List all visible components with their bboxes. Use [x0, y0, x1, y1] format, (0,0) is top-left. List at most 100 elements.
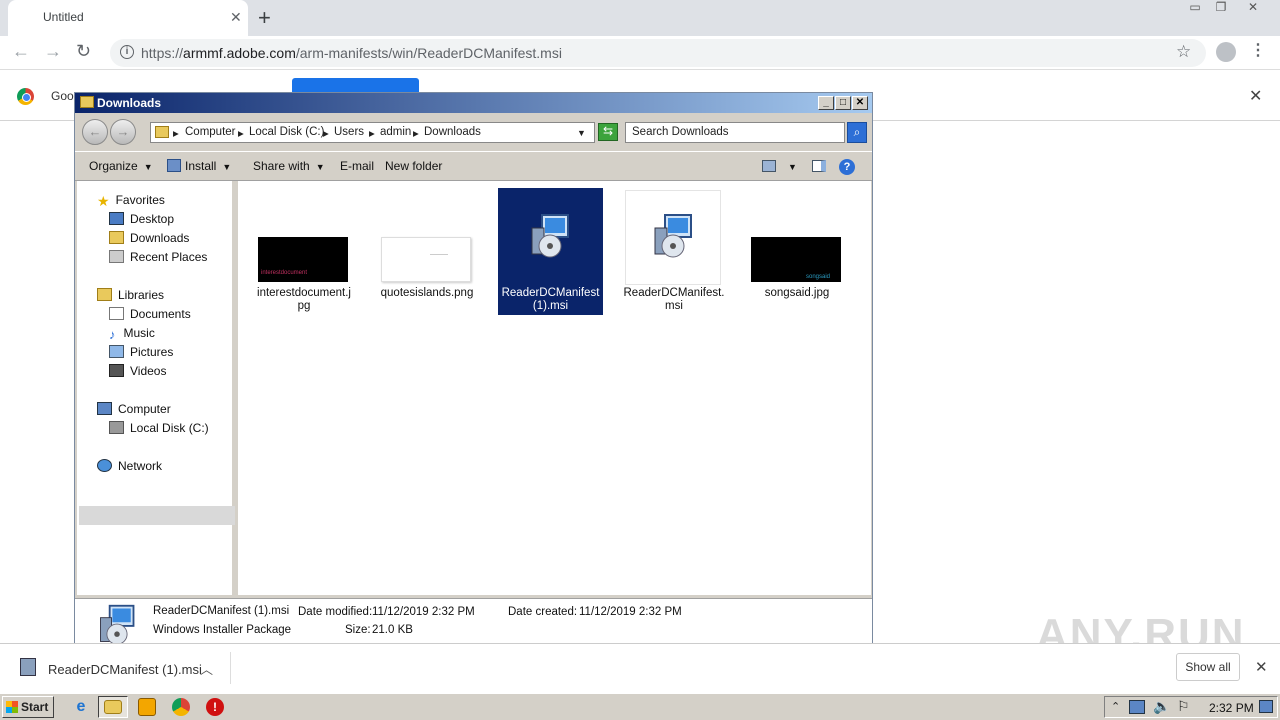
minimize-icon[interactable]: ▭ [1182, 0, 1208, 18]
breadcrumb-admin[interactable]: admin [380, 126, 411, 138]
install-button[interactable]: Install ▼ [167, 159, 231, 173]
email-button[interactable]: E-mail [340, 159, 374, 173]
breadcrumb-local-disk[interactable]: Local Disk (C:) [249, 126, 324, 138]
new-tab-button[interactable]: + [258, 5, 271, 31]
back-icon[interactable]: ← [12, 41, 30, 62]
file-name: interestdocument.j pg [257, 287, 351, 312]
file-item[interactable]: songsaid songsaid.jpg [745, 235, 849, 315]
explorer-titlebar[interactable]: Downloads _ □ ✕ [75, 93, 872, 113]
msi-installer-icon [649, 212, 697, 260]
details-size-label: Size: [345, 624, 371, 636]
breadcrumb-computer[interactable]: Computer [185, 126, 236, 138]
file-thumbnail: interestdocument [258, 237, 348, 282]
view-dropdown-icon[interactable]: ▼ [788, 162, 797, 172]
details-size-value: 21.0 KB [372, 624, 413, 636]
search-icon[interactable]: ⌕ [847, 122, 867, 143]
restore-icon[interactable]: ❐ [1208, 0, 1234, 18]
explorer-maximize-icon[interactable]: □ [835, 96, 851, 110]
chrome-icon[interactable] [172, 698, 190, 716]
preview-pane-icon[interactable] [812, 160, 826, 172]
tray-expand-icon[interactable]: ⌃ [1111, 700, 1120, 713]
breadcrumb[interactable]: ▸ Computer ▸ Local Disk (C:) ▸ Users ▸ a… [150, 122, 595, 143]
address-bar[interactable]: i https://armmf.adobe.com/arm-manifests/… [110, 39, 1206, 67]
volume-icon[interactable]: 🔈 [1153, 698, 1170, 715]
show-all-button[interactable]: Show all [1176, 653, 1240, 681]
download-item-name[interactable]: ReaderDCManifest (1).msi [48, 662, 202, 677]
breadcrumb-dropdown-icon[interactable]: ▼ [577, 128, 586, 138]
explorer-forward-icon[interactable]: → [110, 119, 136, 145]
search-placeholder: Search Downloads [632, 126, 729, 138]
download-options-chevron-icon[interactable]: ︿ [200, 659, 213, 678]
msi-installer-icon [526, 212, 574, 260]
breadcrumb-sep-icon[interactable]: ▸ [369, 126, 375, 140]
browser-tab-bar: Untitled ✕ + ▭ ❐ ✕ [0, 0, 1280, 36]
file-item[interactable]: ReaderDCManifest. msi [622, 188, 726, 315]
breadcrumb-sep-icon[interactable]: ▸ [323, 126, 329, 140]
bookmark-star-icon[interactable]: ☆ [1176, 42, 1191, 62]
explorer-icon[interactable] [104, 700, 122, 714]
explorer-close-icon[interactable]: ✕ [852, 96, 868, 110]
breadcrumb-downloads[interactable]: Downloads [424, 126, 481, 138]
computer-icon [97, 402, 112, 415]
tab-close-icon[interactable]: ✕ [230, 9, 242, 26]
nav-favorites[interactable]: ★ Favorites [97, 193, 165, 209]
search-input[interactable]: Search Downloads [625, 122, 845, 143]
explorer-minimize-icon[interactable]: _ [818, 96, 834, 110]
profile-avatar-icon[interactable] [1216, 42, 1236, 62]
show-desktop-icon[interactable] [1259, 700, 1273, 713]
infobar-close-icon[interactable]: ✕ [1249, 86, 1262, 106]
shelf-close-icon[interactable]: ✕ [1255, 658, 1268, 676]
flag-icon[interactable]: ⚐ [1177, 698, 1190, 715]
system-tray: ⌃ 🔈 ⚐ 2:32 PM [1104, 696, 1278, 718]
help-icon[interactable]: ? [839, 159, 855, 175]
forward-icon[interactable]: → [44, 41, 62, 62]
ie-icon[interactable]: e [72, 698, 90, 716]
file-item[interactable]: interestdocument interestdocument.j pg [252, 235, 356, 315]
network-tray-icon[interactable] [1129, 700, 1145, 714]
nav-downloads[interactable]: Downloads [109, 231, 189, 245]
browser-toolbar: ← → ↻ i https://armmf.adobe.com/arm-mani… [0, 36, 1280, 70]
explorer-back-icon[interactable]: ← [82, 119, 108, 145]
file-name: ReaderDCManifest (1).msi [501, 287, 600, 312]
nav-music[interactable]: ♪ Music [109, 326, 155, 342]
explorer-navbar: ← → ▸ Computer ▸ Local Disk (C:) ▸ Users… [75, 115, 872, 149]
breadcrumb-users[interactable]: Users [334, 126, 364, 138]
refresh-icon[interactable]: ⇆ [598, 123, 618, 141]
tab-title: Untitled [43, 10, 84, 24]
reload-icon[interactable]: ↻ [76, 41, 91, 62]
organize-button[interactable]: Organize ▼ [89, 159, 153, 173]
url-text[interactable]: https://armmf.adobe.com/arm-manifests/wi… [141, 45, 562, 61]
explorer-title: Downloads [97, 96, 162, 110]
share-with-button[interactable]: Share with ▼ [253, 159, 325, 173]
warning-app-icon[interactable]: ! [206, 698, 224, 716]
start-button[interactable]: Start [2, 696, 54, 718]
file-name: quotesislands.png [380, 287, 474, 299]
media-player-icon[interactable] [138, 698, 156, 716]
nav-pictures[interactable]: Pictures [109, 345, 173, 359]
nav-recent-places[interactable]: Recent Places [109, 250, 207, 264]
breadcrumb-sep-icon[interactable]: ▸ [413, 126, 419, 140]
file-item-selected[interactable]: ReaderDCManifest (1).msi [498, 188, 603, 315]
details-filetype: Windows Installer Package [153, 624, 292, 636]
nav-network[interactable]: Network [97, 459, 162, 473]
nav-computer[interactable]: Computer [97, 402, 171, 416]
menu-dots-icon[interactable]: ⋮ [1250, 40, 1266, 60]
music-icon: ♪ [109, 327, 116, 342]
nav-documents[interactable]: Documents [109, 307, 191, 321]
clock[interactable]: 2:32 PM [1209, 701, 1254, 715]
browser-tab[interactable]: Untitled ✕ [8, 0, 248, 36]
desktop-icon [109, 212, 124, 225]
nav-local-disk[interactable]: Local Disk (C:) [109, 421, 209, 435]
nav-libraries[interactable]: Libraries [97, 288, 164, 302]
nav-desktop[interactable]: Desktop [109, 212, 174, 226]
file-item[interactable]: quotesislands.png [375, 235, 479, 315]
close-window-icon[interactable]: ✕ [1240, 0, 1266, 18]
star-icon: ★ [97, 193, 110, 209]
breadcrumb-folder-icon [155, 126, 169, 138]
nav-videos[interactable]: Videos [109, 364, 166, 378]
breadcrumb-sep-icon[interactable]: ▸ [238, 126, 244, 140]
view-icon[interactable] [762, 160, 776, 172]
new-folder-button[interactable]: New folder [385, 159, 442, 173]
breadcrumb-sep-icon[interactable]: ▸ [173, 126, 179, 140]
info-icon[interactable]: i [120, 45, 134, 59]
